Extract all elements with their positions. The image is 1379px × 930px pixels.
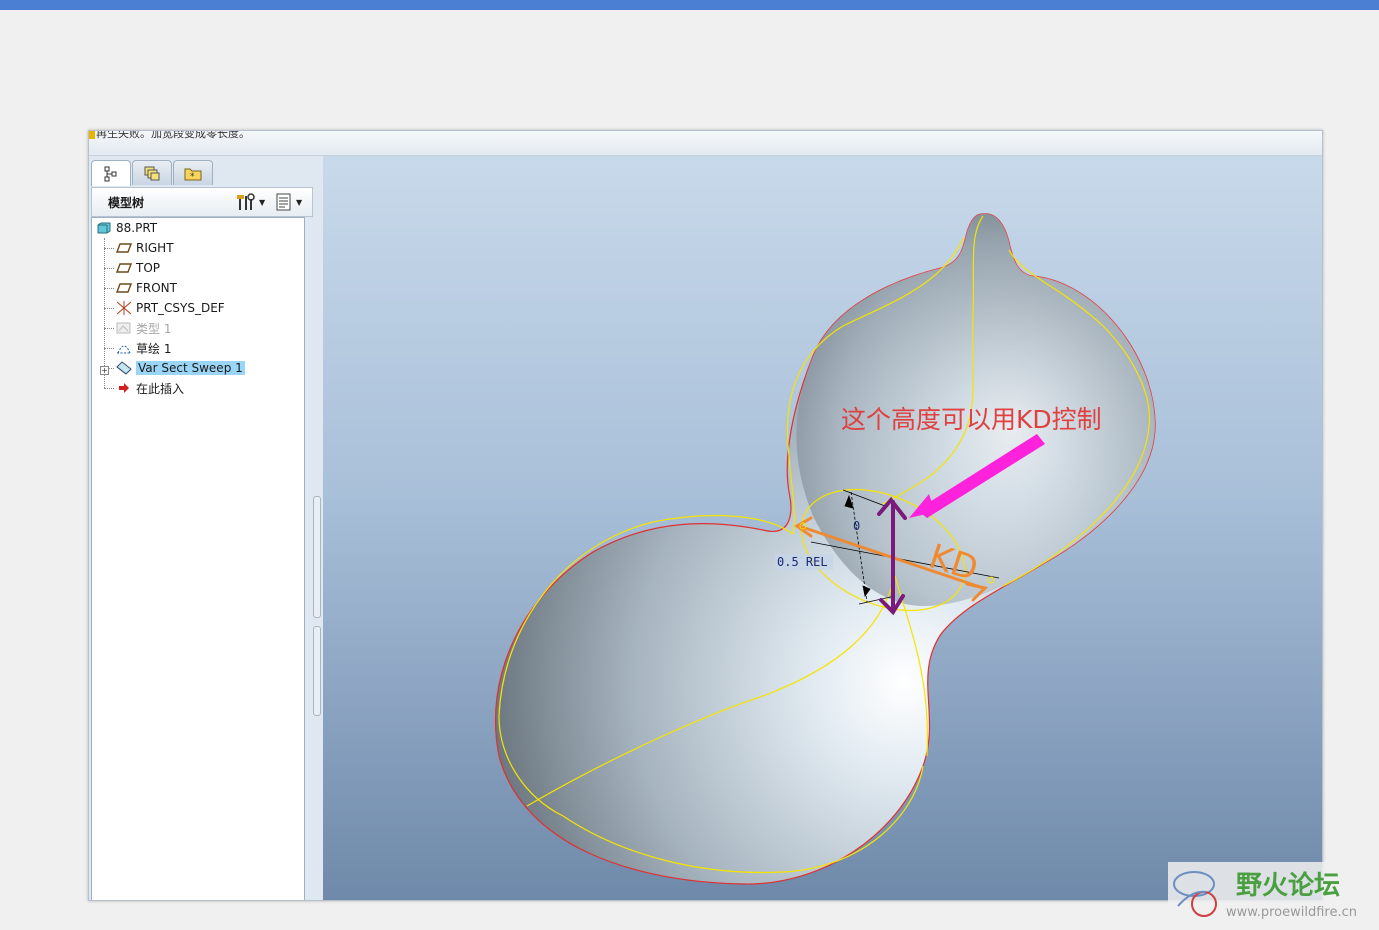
tree-item-top[interactable]: TOP: [116, 259, 160, 277]
sketch-icon: [116, 341, 132, 355]
tree-item-part[interactable]: 88.PRT: [96, 219, 157, 237]
favorites-folder-icon: *: [184, 168, 202, 181]
graphics-viewport[interactable]: 0.5 REL 0 KD 这个高度可以用KD控制: [323, 156, 1322, 900]
datum-plane-icon: [116, 281, 132, 295]
watermark-url: www.proewildfire.cn: [1226, 905, 1357, 920]
tree-item-label: RIGHT: [136, 241, 174, 255]
tree-item-insert-here[interactable]: 在此插入: [116, 379, 184, 397]
tree-item-label: FRONT: [136, 281, 177, 295]
tree-guide-line: [104, 308, 114, 309]
tree-item-front[interactable]: FRONT: [116, 279, 177, 297]
model-canvas[interactable]: 0.5 REL 0 KD 这个高度可以用KD控制: [323, 156, 1322, 900]
tree-item-label: 88.PRT: [116, 221, 158, 235]
butterfly-logo-icon: [1173, 871, 1217, 917]
panel-resize-sash[interactable]: [313, 496, 321, 618]
tab-favorites[interactable]: *: [173, 160, 213, 185]
tree-guide-line: [104, 268, 114, 269]
dimension-zero[interactable]: 0: [853, 519, 860, 533]
tree-guide-line: [104, 388, 114, 389]
dimension-rel[interactable]: 0.5 REL: [777, 555, 828, 569]
datum-plane-icon: [116, 261, 132, 275]
annotation-text: 这个高度可以用KD控制: [841, 405, 1102, 434]
datum-plane-icon: [116, 241, 132, 255]
svg-text:*: *: [190, 172, 195, 181]
message-text: 再生失败。加宽段变成零长度。: [96, 131, 250, 140]
tree-item-label: 草绘 1: [136, 341, 172, 356]
csys-icon: [116, 301, 132, 315]
window-title-bar: [0, 0, 1379, 10]
tree-guide-line: [104, 288, 114, 289]
watermark-title: 野火论坛: [1236, 871, 1340, 901]
insert-here-arrow-icon: [116, 381, 132, 395]
navigator-tabs: *: [89, 160, 323, 186]
gourd-model[interactable]: 0.5 REL 0 KD: [494, 213, 1156, 885]
tree-item-suppressed-feature[interactable]: 类型 1: [116, 319, 171, 337]
message-bar: 再生失败。加宽段变成零长度。: [89, 131, 1322, 156]
settings-tools-icon: [237, 193, 255, 210]
tree-item-label: PRT_CSYS_DEF: [136, 301, 225, 315]
model-tree: + 88.PRT RIGHT TOP FRONT PRT_CSYS_DEF 类型…: [91, 217, 305, 900]
tab-layers[interactable]: [132, 160, 172, 185]
model-tree-icon: [104, 166, 117, 181]
tree-item-label: 类型 1: [136, 321, 172, 336]
suppressed-feature-icon: [116, 321, 132, 335]
tree-item-right[interactable]: RIGHT: [116, 239, 174, 257]
tree-item-label: Var Sect Sweep 1: [136, 361, 245, 375]
chevron-down-icon: ▼: [259, 197, 266, 207]
expand-toggle[interactable]: +: [100, 366, 109, 375]
tree-item-sketch[interactable]: 草绘 1: [116, 339, 171, 357]
model-tree-title: 模型树: [108, 196, 145, 210]
tree-item-label: TOP: [136, 261, 161, 275]
proe-application-window: 再生失败。加宽段变成零长度。 * 模型树 ▼ ▼ + 88.PRT RIGHT …: [88, 130, 1323, 901]
tree-guide-line: [104, 248, 114, 249]
tree-item-csys[interactable]: PRT_CSYS_DEF: [116, 299, 225, 317]
forum-watermark: 野火论坛 www.proewildfire.cn: [1168, 862, 1376, 926]
chevron-down-icon: ▼: [296, 197, 303, 207]
navigator-panel: * 模型树 ▼ ▼ + 88.PRT RIGHT TOP FRONT PRT_C…: [89, 156, 323, 900]
tree-item-label: 在此插入: [136, 381, 185, 396]
tree-show-button[interactable]: ▼: [275, 192, 307, 212]
model-tree-header: 模型树 ▼ ▼: [91, 187, 313, 217]
tree-settings-button[interactable]: ▼: [236, 192, 268, 212]
tree-guide-line: [104, 328, 114, 329]
tree-item-var-sect-sweep[interactable]: Var Sect Sweep 1: [116, 359, 245, 377]
panel-resize-sash[interactable]: [313, 626, 321, 716]
tree-guide-line: [104, 348, 114, 349]
layers-icon: [144, 166, 160, 181]
tab-model-tree[interactable]: [91, 160, 131, 186]
show-list-icon: [276, 193, 291, 211]
var-sect-sweep-icon: [116, 361, 132, 375]
part-icon: [96, 221, 112, 235]
warning-icon: [89, 131, 95, 139]
